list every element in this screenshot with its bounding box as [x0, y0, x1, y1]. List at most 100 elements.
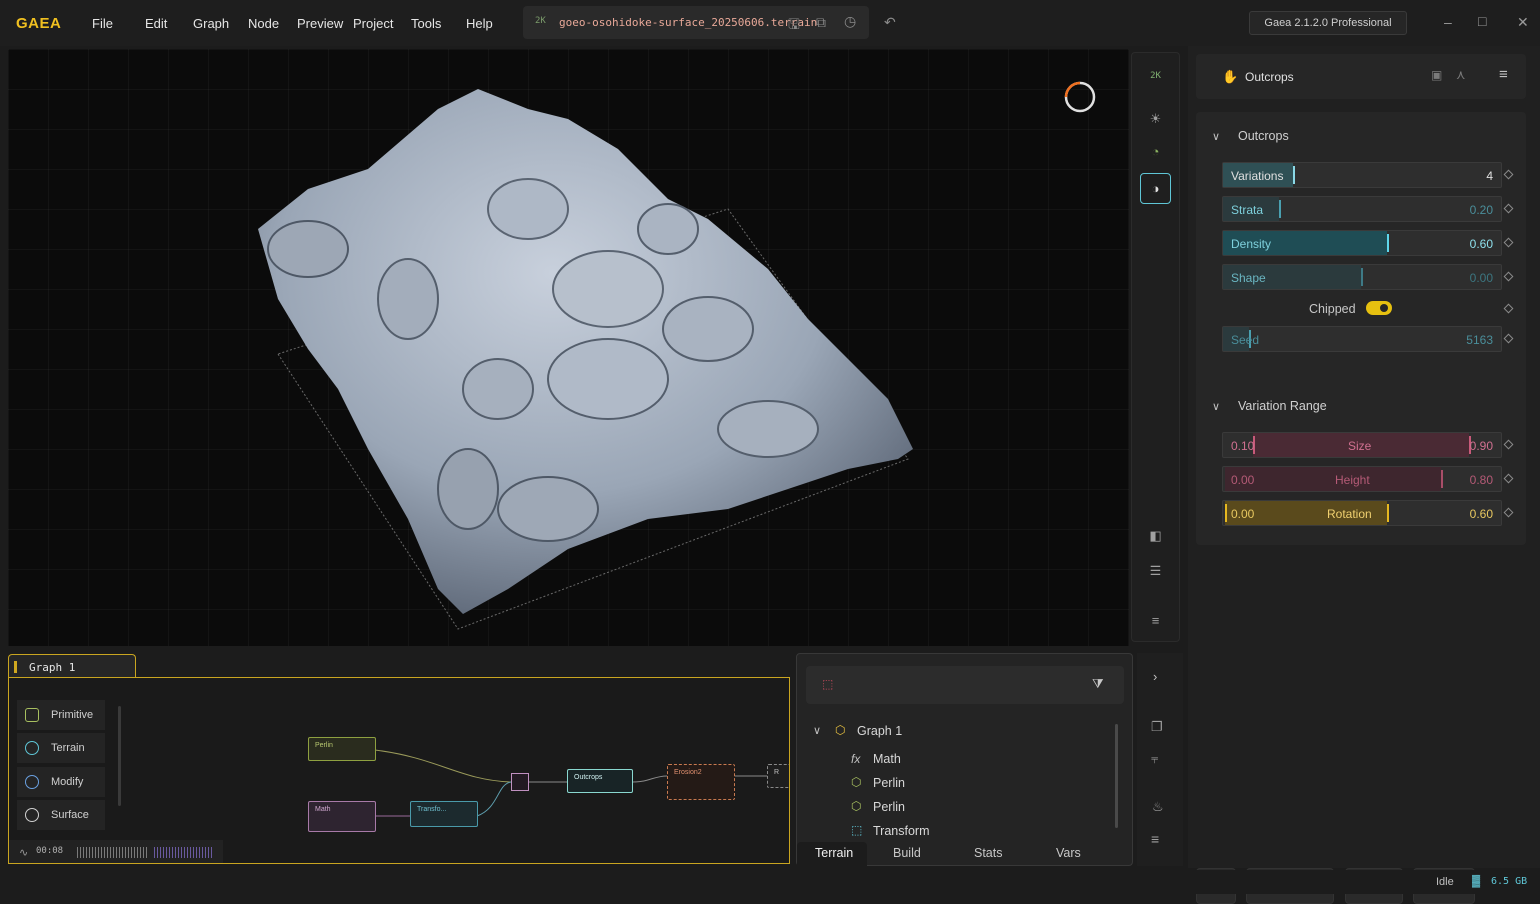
maximize-icon[interactable]: □ — [1478, 13, 1486, 29]
bookmark-icon[interactable]: ❐ — [1151, 719, 1163, 735]
chevron-right-icon[interactable]: › — [1153, 669, 1157, 684]
fire-icon[interactable]: ♨ — [1152, 799, 1164, 815]
hierarchy-search[interactable]: ⬚ ⧩ — [806, 666, 1124, 704]
status-bar: Idle ▓ 6.5 GB — [0, 870, 1540, 894]
chevron-down-icon[interactable]: ∨ — [1212, 130, 1220, 143]
panel-menu-icon[interactable]: ≡ — [1499, 66, 1508, 83]
filter-icon[interactable]: ⧩ — [1092, 676, 1104, 692]
section-title: Outcrops — [1238, 129, 1289, 143]
viewport-toolbar: 2K ☀ ◔ ◑ ◧ ☰ ≡ — [1131, 52, 1180, 642]
hexagon-icon: ⬡ — [851, 799, 862, 813]
outcrops-section: ∨ Outcrops Variations 4 Strata 0.20 Dens… — [1196, 112, 1526, 412]
tree-root[interactable]: Graph 1 — [857, 724, 902, 738]
node-name: Outcrops — [1245, 70, 1294, 84]
chevron-down-icon[interactable]: ∨ — [813, 724, 821, 737]
file-name: goeo-osohidoke-surface_20250606.terrain — [559, 16, 818, 29]
slider-density[interactable]: Density 0.60 — [1222, 230, 1502, 256]
viewport-menu-icon[interactable]: ≡ — [1132, 613, 1179, 628]
layout-icon[interactable]: ☰ — [1132, 563, 1179, 579]
hexagon-icon: ⬡ — [851, 775, 862, 789]
save-icon[interactable]: 🖫 — [788, 14, 800, 38]
node-perlin[interactable]: Perlin — [308, 737, 376, 761]
sun-icon[interactable]: ☀ — [1132, 111, 1179, 127]
chipped-toggle[interactable] — [1366, 301, 1392, 315]
menu-file[interactable]: File — [92, 16, 113, 31]
file-name-box[interactable]: 2K goeo-osohidoke-surface_20250606.terra… — [523, 6, 869, 39]
menu-node[interactable]: Node — [248, 16, 279, 31]
node-math[interactable]: Math — [308, 801, 376, 832]
close-icon[interactable]: ✕ — [1517, 14, 1529, 31]
timer: 00:08 — [36, 846, 64, 856]
tab-vars[interactable]: Vars — [1056, 846, 1081, 860]
menu-tools[interactable]: Tools — [411, 16, 441, 31]
activity-bar-2 — [154, 847, 212, 858]
hierarchy-scrollbar[interactable] — [1115, 724, 1118, 828]
tree-item[interactable]: Math — [873, 752, 901, 766]
properties-panel: ✋ Outcrops ▣ ⋏ ≡ ∨ Outcrops Variations 4… — [1188, 46, 1540, 904]
range-rotation[interactable]: 0.00 Rotation 0.60 — [1222, 500, 1502, 526]
chevron-down-icon[interactable]: ∨ — [1212, 400, 1220, 413]
terrain-render — [258, 81, 1096, 630]
tab-graph-1[interactable]: Graph 1 — [8, 654, 136, 678]
menu-project[interactable]: Project — [353, 16, 393, 31]
file-resolution-badge: 2K — [535, 16, 546, 26]
copy-icon[interactable]: ⧉ — [816, 14, 826, 31]
gauge-icon[interactable]: ◔ — [1132, 144, 1179, 159]
keyframe-icon[interactable] — [1503, 507, 1514, 518]
keyframe-icon[interactable] — [1503, 303, 1514, 314]
resolution-toggle[interactable]: 2K — [1132, 71, 1179, 81]
focus-icon: ⬚ — [822, 677, 834, 691]
range-size[interactable]: 0.10 Size 0.90 — [1222, 432, 1502, 458]
tree-item[interactable]: Transform — [873, 824, 930, 838]
pulse-icon: ∿ — [19, 847, 29, 859]
side-toolbar: › ❐ ⫧ ♨ ≡ — [1137, 653, 1183, 866]
slider-variations[interactable]: Variations 4 — [1222, 162, 1502, 188]
graph-status: ∿ 00:08 — [9, 840, 223, 863]
tree-item[interactable]: Perlin — [873, 776, 905, 790]
keyframe-icon[interactable] — [1503, 271, 1514, 282]
list-icon[interactable]: ≡ — [1151, 831, 1159, 847]
axis-icon[interactable]: ⋏ — [1456, 67, 1466, 83]
menu-graph[interactable]: Graph — [193, 16, 229, 31]
graph-editor[interactable]: Primitive Terrain Modify Surface Perlin … — [8, 677, 790, 864]
app-logo: GAEA — [16, 15, 62, 32]
node-combine[interactable] — [511, 773, 529, 791]
version-label: Gaea 2.1.2.0 Professional — [1249, 11, 1407, 35]
3d-viewport[interactable] — [8, 49, 1129, 646]
menu-help[interactable]: Help — [466, 16, 493, 31]
frame-icon[interactable]: ▣ — [1431, 68, 1442, 82]
node-partial[interactable]: R — [767, 764, 789, 788]
undo-icon[interactable]: ↶ — [884, 14, 896, 31]
keyframe-icon[interactable] — [1503, 203, 1514, 214]
node-transform[interactable]: Transfo... — [410, 801, 478, 827]
keyframe-icon[interactable] — [1503, 439, 1514, 450]
node-outcrops[interactable]: Outcrops — [567, 769, 633, 793]
slider-shape[interactable]: Shape 0.00 — [1222, 264, 1502, 290]
keyframe-icon[interactable] — [1503, 333, 1514, 344]
status-text: Idle — [1436, 876, 1454, 888]
keyframe-icon[interactable] — [1503, 473, 1514, 484]
activity-bar — [77, 847, 147, 858]
tab-stats[interactable]: Stats — [974, 846, 1003, 860]
node-erosion2[interactable]: Erosion2 — [667, 764, 735, 800]
slider-seed[interactable]: Seed 5163 — [1222, 326, 1502, 352]
tab-terrain[interactable]: Terrain — [815, 846, 853, 860]
tree-item[interactable]: Perlin — [873, 800, 905, 814]
hand-icon: ✋ — [1222, 69, 1239, 84]
keyframe-icon[interactable] — [1503, 169, 1514, 180]
slider-strata[interactable]: Strata 0.20 — [1222, 196, 1502, 222]
menu-edit[interactable]: Edit — [145, 16, 167, 31]
tab-build[interactable]: Build — [893, 846, 921, 860]
tree-icon[interactable]: ⫧ — [1151, 751, 1158, 767]
keyframe-icon[interactable] — [1503, 237, 1514, 248]
menu-preview[interactable]: Preview — [297, 16, 343, 31]
range-height[interactable]: 0.00 Height 0.80 — [1222, 466, 1502, 492]
split-view-icon[interactable]: ◧ — [1132, 528, 1179, 544]
variation-range-section: ∨ Variation Range 0.10 Size 0.90 0.00 He… — [1196, 382, 1526, 545]
section-title: Variation Range — [1238, 399, 1327, 413]
node-header: ✋ Outcrops ▣ ⋏ ≡ — [1196, 54, 1526, 99]
shading-icon[interactable]: ◑ — [1140, 173, 1171, 204]
minimize-icon[interactable]: – — [1444, 14, 1452, 30]
memory-icon: ▓ — [1472, 875, 1481, 887]
history-icon[interactable]: ◷ — [844, 13, 856, 30]
